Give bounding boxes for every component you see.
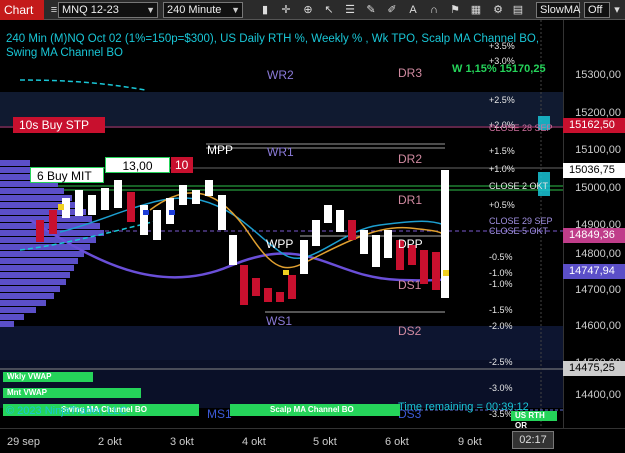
- date-label: 6 okt: [385, 436, 409, 448]
- pct-label: -1.0%: [489, 268, 513, 278]
- chart-title: 240 Min (M)NQ Oct 02 (1%=150p=$300), US …: [6, 33, 540, 59]
- dpp-label: DPP: [398, 237, 423, 251]
- wr2-label: WR2: [267, 68, 294, 82]
- pct-label: +1.5%: [489, 146, 515, 156]
- text-icon[interactable]: A: [405, 2, 421, 18]
- chevron-down-icon: ▼: [231, 5, 240, 15]
- chevron-down-icon: ▼: [146, 5, 155, 15]
- close-label: CLOSE 2 OKT: [489, 181, 549, 191]
- pct-label: -1.5%: [489, 305, 513, 315]
- support-band: [0, 326, 563, 360]
- indicator-value: SlowMA: [540, 4, 581, 16]
- ds2-label: DS2: [398, 324, 422, 338]
- close-label: CLOSE 28 SEP: [489, 123, 553, 133]
- date-label: 3 okt: [170, 436, 194, 448]
- copyright-label: © 2023 NinjaTrader, LLC: [6, 405, 128, 417]
- cursor-price-tag: 14475,25: [563, 361, 625, 376]
- ds1-label: DS1: [398, 278, 422, 292]
- buy-stop-order[interactable]: 10s Buy STP: [13, 117, 105, 133]
- mpp-label: MPP: [207, 143, 234, 157]
- price-label: 15300,00: [575, 69, 621, 81]
- date-label: 9 okt: [458, 436, 482, 448]
- bar-chart-icon[interactable]: ▮: [257, 2, 273, 18]
- dr3-label: DR3: [398, 66, 423, 80]
- price-label: 14800,00: [575, 248, 621, 260]
- date-label: 4 okt: [242, 436, 266, 448]
- dr2-label: DR2: [398, 152, 423, 166]
- buy-mit-order[interactable]: 6 Buy MIT: [30, 167, 104, 183]
- pointer-icon[interactable]: ↖: [321, 2, 337, 18]
- date-label: 5 okt: [313, 436, 337, 448]
- price-label: 14700,00: [575, 284, 621, 296]
- wr1-label: WR1: [267, 145, 294, 159]
- close-label: CLOSE 29 SEP: [489, 216, 553, 226]
- blue-price-tag: 14747,94: [563, 264, 625, 279]
- pct-label: +0.5%: [489, 200, 515, 210]
- timeframe-select[interactable]: 240 Minute ▼: [163, 2, 243, 18]
- mnt-vwap-bar: Mnt VWAP: [3, 388, 141, 398]
- us-rth-badge: US RTH OR: [511, 411, 557, 430]
- price-label: 15000,00: [575, 182, 621, 194]
- properties-icon[interactable]: ☰: [342, 2, 358, 18]
- volume-profile: [0, 160, 104, 327]
- settings-icon[interactable]: ⚙: [490, 2, 506, 18]
- time-remaining-label: Time remaining = 00:39:12: [398, 401, 529, 413]
- pct-label: -2.5%: [489, 357, 513, 367]
- pct-label: -0.5%: [489, 252, 513, 262]
- instrument-value: MNQ 12-23: [62, 4, 119, 16]
- pink-price-tag: 14849,36: [563, 228, 625, 243]
- pct-label: +3.5%: [489, 41, 515, 51]
- flag-icon[interactable]: ⚑: [447, 2, 463, 18]
- zoom-icon[interactable]: ⊕: [300, 2, 316, 18]
- toggle-value: Off: [588, 4, 603, 16]
- date-label: 29 sep: [7, 436, 41, 448]
- instrument-select[interactable]: MNQ 12-23 ▼: [58, 2, 158, 18]
- pct-label: -3.0%: [489, 383, 513, 393]
- vwap-line: [19, 79, 146, 91]
- date-label: 2 okt: [98, 436, 122, 448]
- wpp-label: WPP: [266, 237, 294, 251]
- price-label: 14400,00: [575, 389, 621, 401]
- timeframe-value: 240 Minute: [167, 4, 222, 16]
- close-label: CLOSE 5 OKT: [489, 226, 549, 236]
- ws1-label: WS1: [266, 314, 293, 328]
- template-icon[interactable]: ▤: [510, 2, 526, 18]
- chart-tab[interactable]: Chart: [0, 0, 44, 20]
- indicator-select[interactable]: SlowMA: [536, 2, 580, 18]
- drawing-icon[interactable]: ✎: [363, 2, 379, 18]
- pct-label: -1.0%: [489, 279, 513, 289]
- pen-icon[interactable]: ✐: [384, 2, 400, 18]
- order-price-field[interactable]: 13,00: [105, 157, 170, 173]
- price-label: 14600,00: [575, 320, 621, 332]
- clock-display: 02:17: [512, 431, 554, 449]
- magnet-icon[interactable]: ∩: [426, 2, 442, 18]
- scalp-ma-bar: Scalp MA Channel BO: [230, 404, 400, 416]
- last-price-tag: 15036,75: [563, 163, 625, 178]
- pct-label: +3.0%: [489, 56, 515, 66]
- toolbar: Chart ≡ MNQ 12-23 ▼ 240 Minute ▼ ▮ ✛ ⊕ ↖…: [0, 0, 625, 20]
- order-qty-field[interactable]: 10: [171, 157, 193, 173]
- pct-label: -2.0%: [489, 321, 513, 331]
- crosshair-icon[interactable]: ✛: [278, 2, 294, 18]
- price-label: 15100,00: [575, 144, 621, 156]
- grid-icon[interactable]: ▦: [468, 2, 484, 18]
- buy-stop-price-tag: 15162,50: [563, 118, 625, 133]
- pct-label: +2.5%: [489, 95, 515, 105]
- dr1-label: DR1: [398, 193, 423, 207]
- toggle-select[interactable]: Off: [584, 2, 610, 18]
- wkly-vwap-bar: Wkly VWAP: [3, 372, 93, 382]
- pct-label: +1.0%: [489, 164, 515, 174]
- ms1-label: MS1: [207, 407, 232, 421]
- chevron-down-icon[interactable]: ▾: [611, 2, 623, 18]
